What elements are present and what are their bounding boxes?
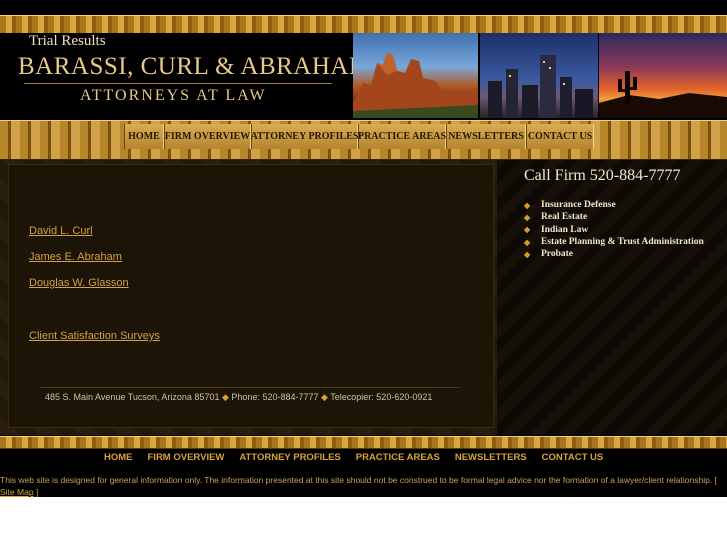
- decorative-bottom-band: [0, 436, 727, 449]
- address-line: 485 S. Main Avenue Tucson, Arizona 85701…: [45, 392, 432, 403]
- nav-firm-overview[interactable]: FIRM OVERVIEW: [164, 124, 251, 149]
- practice-item-label: Insurance Defense: [541, 200, 616, 211]
- nav-newsletters[interactable]: NEWSLETTERS: [446, 124, 526, 149]
- city-skyline-image: [488, 55, 593, 118]
- red-rocks-image: [353, 53, 478, 118]
- address-fax: Telecopier: 520-620-0921: [330, 392, 433, 402]
- practice-item: ◆ Indian Law: [524, 224, 704, 236]
- diamond-icon: ◆: [221, 392, 229, 402]
- diamond-bullet-icon: ◆: [524, 212, 531, 222]
- nav-contact-us[interactable]: CONTACT US: [526, 124, 594, 149]
- footer-contact-us[interactable]: CONTACT US: [542, 452, 604, 463]
- diamond-bullet-icon: ◆: [524, 225, 531, 235]
- address-street: 485 S. Main Avenue Tucson, Arizona 85701: [45, 392, 220, 402]
- practice-item: ◆ Insurance Defense: [524, 199, 704, 211]
- link-client-surveys[interactable]: Client Satisfaction Surveys: [29, 330, 160, 342]
- practice-item-label: Real Estate: [541, 212, 588, 223]
- firm-name-divider: [24, 83, 332, 84]
- city-photo: [480, 33, 598, 118]
- address-phone: Phone: 520-884-7777: [231, 392, 319, 402]
- saguaro-image: [599, 71, 727, 118]
- footer-firm-overview[interactable]: FIRM OVERVIEW: [148, 452, 225, 463]
- practice-item: ◆ Estate Planning & Trust Administration: [524, 236, 704, 248]
- firm-tagline: ATTORNEYS AT LAW: [80, 87, 267, 104]
- sitemap-link[interactable]: Site Map: [0, 487, 34, 497]
- link-james-abraham[interactable]: James E. Abraham: [29, 251, 122, 263]
- address-divider: [40, 387, 460, 388]
- footer-newsletters[interactable]: NEWSLETTERS: [455, 452, 527, 463]
- diamond-bullet-icon: ◆: [524, 237, 531, 247]
- practice-item-label: Probate: [541, 249, 574, 260]
- nav-practice-areas[interactable]: PRACTICE AREAS: [358, 124, 446, 149]
- header: BARASSI, CURL & ABRAHAM, P.L.C. ATTORNEY…: [0, 33, 727, 118]
- disclaimer: This web site is designed for general in…: [0, 474, 727, 498]
- red-rocks-photo: [353, 33, 478, 118]
- diamond-bullet-icon: ◆: [524, 249, 531, 259]
- site-frame: BARASSI, CURL & ABRAHAM, P.L.C. ATTORNEY…: [0, 0, 727, 497]
- nav-attorney-profiles[interactable]: ATTORNEY PROFILES: [251, 124, 358, 149]
- practice-item-label: Estate Planning & Trust Administration: [541, 237, 704, 248]
- footer-navigation: HOME FIRM OVERVIEW ATTORNEY PROFILES PRA…: [104, 452, 603, 463]
- decorative-top-band: [0, 15, 727, 35]
- practice-area-list: ◆ Insurance Defense ◆ Real Estate ◆ Indian …: [524, 199, 704, 260]
- footer-practice-areas[interactable]: PRACTICE AREAS: [356, 452, 440, 463]
- link-douglas-glasson[interactable]: Douglas W. Glasson: [29, 277, 129, 289]
- top-navigation: HOME FIRM OVERVIEW ATTORNEY PROFILES PRA…: [124, 124, 594, 149]
- footer-attorney-profiles[interactable]: ATTORNEY PROFILES: [239, 452, 340, 463]
- practice-item: ◆ Real Estate: [524, 211, 704, 223]
- sitemap-bracket: ]: [33, 487, 39, 497]
- nav-home[interactable]: HOME: [124, 124, 164, 149]
- footer-home[interactable]: HOME: [104, 452, 133, 463]
- saguaro-sunset-photo: [599, 33, 727, 118]
- link-david-curl[interactable]: David L. Curl: [29, 225, 93, 237]
- practice-item: ◆ Probate: [524, 248, 704, 260]
- practice-item-label: Indian Law: [541, 224, 589, 235]
- diamond-bullet-icon: ◆: [524, 200, 531, 210]
- page-title: Trial Results: [29, 33, 106, 49]
- disclaimer-text: This web site is designed for general in…: [0, 475, 717, 485]
- call-firm-phone: Call Firm 520-884-7777: [524, 167, 681, 184]
- content-inner: [8, 164, 494, 428]
- diamond-icon: ◆: [321, 392, 328, 402]
